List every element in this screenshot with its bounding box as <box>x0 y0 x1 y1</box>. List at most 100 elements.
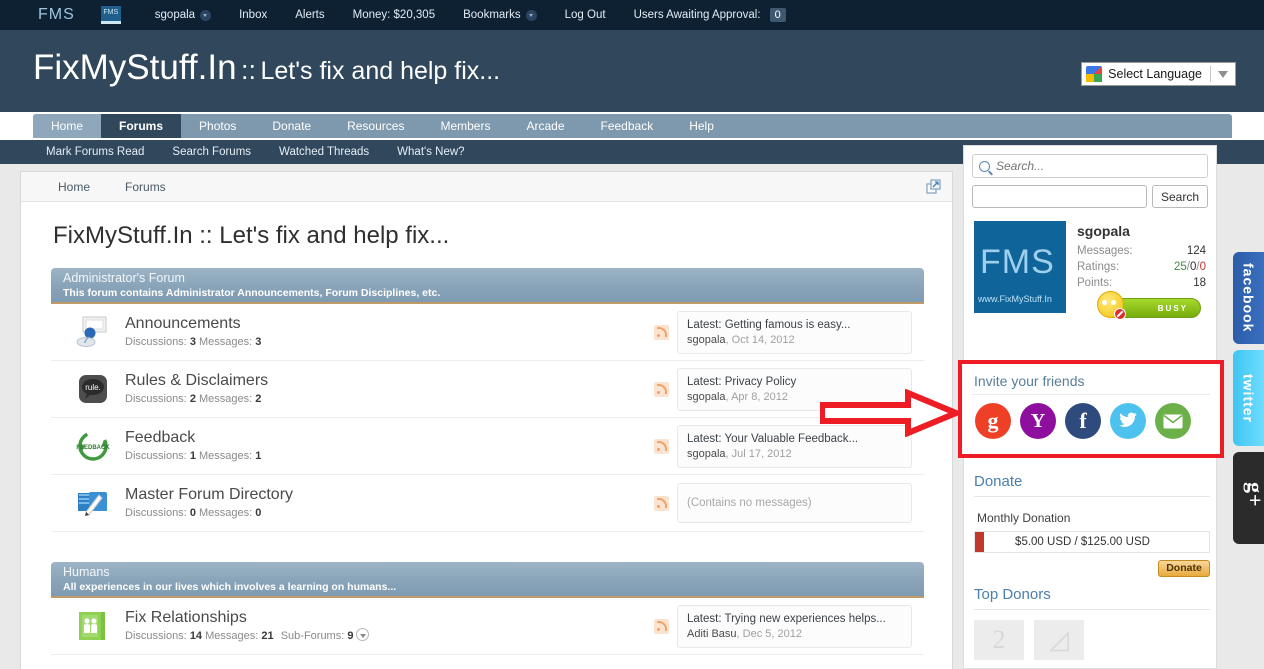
last-post-user[interactable]: sgopala <box>687 448 726 460</box>
nav-tab-donate[interactable]: Donate <box>254 114 329 138</box>
avatar-url-text: www.FixMyStuff.In <box>978 294 1052 304</box>
forum-title[interactable]: Feedback <box>125 428 654 448</box>
topbar-item-bookmarks[interactable]: Bookmarks <box>463 9 537 21</box>
nav-tab-members[interactable]: Members <box>422 114 508 138</box>
rss-icon[interactable] <box>654 324 669 340</box>
expand-icon[interactable] <box>926 179 942 195</box>
subnav-whats-new[interactable]: What's New? <box>397 146 464 158</box>
category-header[interactable]: Humans All experiences in our lives whic… <box>51 562 924 598</box>
last-post: (Contains no messages) <box>654 483 912 523</box>
forum-row-feedback[interactable]: FEEDBACK Feedback Discussions: 1 Message… <box>51 418 924 475</box>
category-title: Humans <box>63 565 110 579</box>
no-entry-icon <box>1114 308 1126 320</box>
twitter-icon[interactable] <box>1110 403 1146 439</box>
site-header: FixMyStuff.In :: Let's fix and help fix.… <box>0 30 1264 112</box>
invite-friends-panel: Invite your friends g Y f <box>958 360 1224 458</box>
twitter-edge-tab[interactable]: twitter <box>1233 350 1264 446</box>
ratings-bad: 0 <box>1199 261 1206 273</box>
topbar-item-alerts[interactable]: Alerts <box>295 9 324 21</box>
yahoo-icon[interactable]: Y <box>1020 403 1056 439</box>
admin-topbar: FMS FMS sgopala Inbox Alerts Money: $20,… <box>0 0 1264 30</box>
google-translate-icon <box>1086 66 1103 82</box>
avatar[interactable]: FMS www.FixMyStuff.In <box>974 221 1066 313</box>
last-post-box[interactable]: Latest: Trying new experiences helps... … <box>677 604 912 648</box>
topbar-username: sgopala <box>154 9 196 21</box>
nav-tab-help[interactable]: Help <box>671 114 732 138</box>
discussions-label: Discussions: <box>125 393 187 405</box>
forum-stats: Discussions: 3 Messages: 3 <box>125 334 654 350</box>
last-post-title[interactable]: Latest: Privacy Policy <box>687 374 902 390</box>
donor-avatar[interactable]: 2 <box>974 620 1024 660</box>
profile-username[interactable]: sgopala <box>1077 223 1206 239</box>
last-post-user[interactable]: sgopala <box>687 391 726 403</box>
last-post-title[interactable]: Latest: Trying new experiences helps... <box>687 611 902 627</box>
search-button[interactable]: Search <box>1151 185 1208 208</box>
nav-tab-photos[interactable]: Photos <box>181 114 254 138</box>
forum-title[interactable]: Announcements <box>125 314 654 334</box>
search-box[interactable] <box>972 154 1208 178</box>
last-post-empty-text: (Contains no messages) <box>687 497 812 509</box>
nav-tab-home[interactable]: Home <box>33 114 102 138</box>
announcement-icon <box>75 315 111 349</box>
rss-icon[interactable] <box>654 495 669 511</box>
forum-title[interactable]: Fix Relationships <box>125 608 654 628</box>
search-icon <box>979 160 990 172</box>
rss-icon[interactable] <box>654 381 669 397</box>
facebook-icon[interactable]: f <box>1065 403 1101 439</box>
forum-info: Rules & Disclaimers Discussions: 2 Messa… <box>125 371 654 407</box>
forum-info: Master Forum Directory Discussions: 0 Me… <box>125 485 654 521</box>
breadcrumb-item-home[interactable]: Home <box>58 180 90 194</box>
subforums-count: 9 <box>347 630 354 642</box>
donor-avatar[interactable]: ◿ <box>1034 620 1084 660</box>
forum-row-fix-relationships[interactable]: Fix Relationships Discussions: 14 Messag… <box>51 598 924 655</box>
forum-row-announcements[interactable]: Announcements Discussions: 3 Messages: 3… <box>51 304 924 361</box>
breadcrumb-item-forums[interactable]: Forums <box>125 180 166 194</box>
last-post-user[interactable]: Aditi Basu <box>687 628 737 640</box>
messages-count: 0 <box>255 507 262 519</box>
chevron-down-icon <box>525 9 537 21</box>
email-icon[interactable] <box>1155 403 1191 439</box>
secondary-search-input[interactable] <box>972 185 1147 208</box>
search-input[interactable] <box>996 159 1201 173</box>
sidebar-search-wrap <box>964 146 1216 178</box>
topbar-user-menu[interactable]: sgopala <box>154 9 212 21</box>
forum-title[interactable]: Master Forum Directory <box>125 485 654 505</box>
nav-tab-feedback[interactable]: Feedback <box>583 114 672 138</box>
language-selector[interactable]: Select Language <box>1081 62 1236 86</box>
subforums-label: Sub-Forums: <box>280 630 345 642</box>
facebook-edge-tab[interactable]: facebook <box>1233 252 1264 344</box>
discussions-label: Discussions: <box>125 507 187 519</box>
nav-tab-arcade[interactable]: Arcade <box>508 114 582 138</box>
rss-icon[interactable] <box>654 438 669 454</box>
google-icon[interactable]: g <box>975 403 1011 439</box>
googleplus-edge-tab[interactable]: g+ <box>1233 452 1264 544</box>
last-post-box[interactable]: Latest: Getting famous is easy... sgopal… <box>677 310 912 354</box>
last-post-title[interactable]: Latest: Getting famous is easy... <box>687 317 902 333</box>
last-post-user[interactable]: sgopala <box>687 334 726 346</box>
subnav-watched-threads[interactable]: Watched Threads <box>279 146 369 158</box>
points-value: 18 <box>1193 277 1206 289</box>
category-header[interactable]: Administrator's Forum This forum contain… <box>51 268 924 304</box>
discussions-count: 1 <box>189 450 196 462</box>
subnav-mark-forums-read[interactable]: Mark Forums Read <box>46 146 144 158</box>
subforums-toggle-icon[interactable] <box>356 628 370 641</box>
donate-button[interactable]: Donate <box>1158 560 1210 577</box>
topbar-approvals[interactable]: Users Awaiting Approval: 0 <box>634 8 786 22</box>
topbar-item-money[interactable]: Money: $20,305 <box>353 9 435 21</box>
rss-icon[interactable] <box>654 618 669 634</box>
subnav-search-forums[interactable]: Search Forums <box>172 146 251 158</box>
main-navigation: Home Forums Photos Donate Resources Memb… <box>33 114 1232 138</box>
folder-icon <box>75 486 111 520</box>
topbar-logo-icon[interactable]: FMS <box>100 6 121 24</box>
forum-row-rules-disclaimers[interactable]: rule. Rules & Disclaimers Discussions: 2… <box>51 361 924 418</box>
topbar-item-logout[interactable]: Log Out <box>565 9 606 21</box>
feedback-icon: FEEDBACK <box>75 429 111 463</box>
nav-tab-resources[interactable]: Resources <box>329 114 422 138</box>
forum-row-master-forum-directory[interactable]: Master Forum Directory Discussions: 0 Me… <box>51 475 924 532</box>
forum-title[interactable]: Rules & Disclaimers <box>125 371 654 391</box>
nav-tab-forums[interactable]: Forums <box>101 114 182 138</box>
discussions-count: 14 <box>189 630 203 642</box>
topbar-brand[interactable]: FMS <box>38 6 75 24</box>
status-badge[interactable]: BUSY <box>1097 291 1201 320</box>
topbar-item-inbox[interactable]: Inbox <box>239 9 267 21</box>
